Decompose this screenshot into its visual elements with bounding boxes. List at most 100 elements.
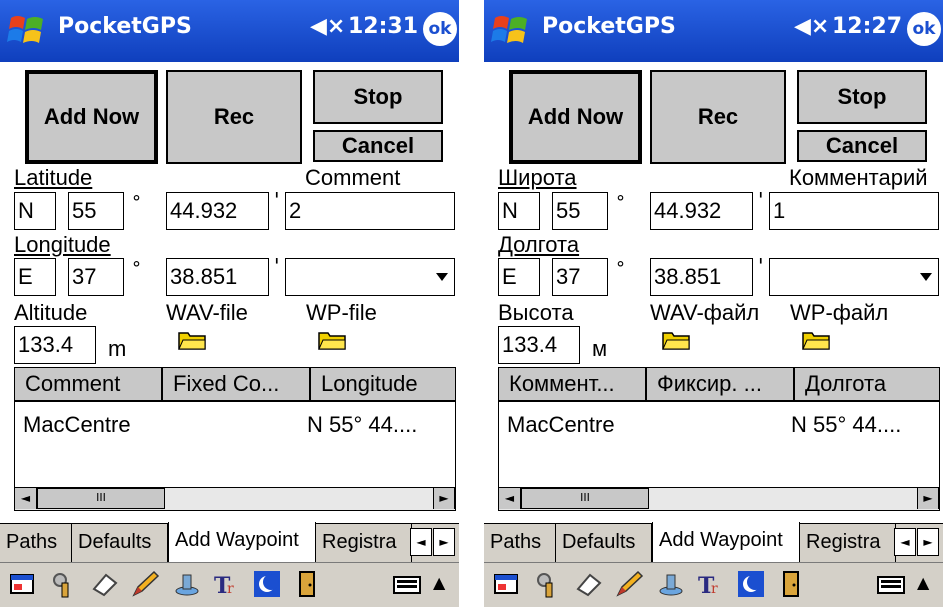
folder-icon[interactable] [178, 330, 206, 350]
input-panel-up-arrow[interactable]: ▲ [917, 573, 929, 592]
latitude-direction-field[interactable]: N [498, 192, 540, 230]
rec-button[interactable]: Rec [166, 70, 302, 164]
tab-defaults[interactable]: Defaults [72, 524, 168, 562]
scrollbar-thumb[interactable]: III [37, 488, 165, 509]
horizontal-scrollbar[interactable]: ◄ III ► [499, 487, 939, 510]
longitude-minutes-field[interactable]: 38.851 [650, 258, 753, 296]
windows-start-icon[interactable] [491, 10, 531, 50]
globe-icon[interactable] [736, 569, 766, 599]
clock[interactable]: 12:31 [348, 14, 418, 39]
stamp-icon[interactable] [172, 569, 202, 599]
tab-scroll-left-button[interactable]: ◄ [894, 528, 916, 556]
degree-symbol: ° [132, 258, 141, 279]
window-icon[interactable] [492, 569, 522, 599]
column-header-longitude[interactable]: Долгота [795, 368, 939, 402]
eraser-icon[interactable] [90, 569, 120, 599]
tab-registration[interactable]: Registra [316, 524, 412, 562]
latitude-degrees-field[interactable]: 55 [68, 192, 124, 230]
comment-dropdown[interactable] [769, 258, 939, 296]
tab-scroll-left-button[interactable]: ◄ [410, 528, 432, 556]
keyboard-icon[interactable] [392, 569, 422, 599]
stamp-icon[interactable] [656, 569, 686, 599]
tab-add-waypoint[interactable]: Add Waypoint [168, 522, 316, 562]
altitude-label: Altitude [14, 300, 88, 325]
comment-input[interactable]: 1 [769, 192, 939, 230]
comment-label: Comment [305, 165, 401, 190]
latitude-degrees-field[interactable]: 55 [552, 192, 608, 230]
altitude-input[interactable]: 133.4 [14, 326, 96, 364]
tab-registration[interactable]: Registra [800, 524, 896, 562]
chevron-down-icon[interactable] [436, 273, 448, 281]
waypoint-list[interactable]: Comment Fixed Co... Longitude MacCentre … [14, 367, 456, 511]
tools-icon[interactable] [48, 569, 78, 599]
row-longitude[interactable]: N 55° 44.... [307, 412, 417, 438]
exit-door-icon[interactable] [292, 569, 322, 599]
folder-icon[interactable] [662, 330, 690, 350]
longitude-label: Longitude [14, 232, 111, 257]
longitude-minutes-field[interactable]: 38.851 [166, 258, 269, 296]
row-comment[interactable]: MacCentre [23, 412, 131, 438]
chevron-down-icon[interactable] [920, 273, 932, 281]
folder-icon[interactable] [318, 330, 346, 350]
row-comment[interactable]: MacCentre [507, 412, 615, 438]
scroll-right-button[interactable]: ► [917, 488, 939, 509]
longitude-direction-field[interactable]: E [498, 258, 540, 296]
comment-input[interactable]: 2 [285, 192, 455, 230]
tab-scroll-right-button[interactable]: ► [917, 528, 939, 556]
speaker-muted-icon[interactable]: ◀× [794, 14, 829, 39]
minute-symbol: ' [758, 188, 764, 212]
row-longitude[interactable]: N 55° 44.... [791, 412, 901, 438]
altitude-input[interactable]: 133.4 [498, 326, 580, 364]
scroll-right-button[interactable]: ► [433, 488, 455, 509]
scroll-left-button[interactable]: ◄ [15, 488, 37, 509]
input-panel-up-arrow[interactable]: ▲ [433, 573, 445, 592]
tab-paths[interactable]: Paths [0, 524, 72, 562]
exit-door-icon[interactable] [776, 569, 806, 599]
scroll-left-button[interactable]: ◄ [499, 488, 521, 509]
window-icon[interactable] [8, 569, 38, 599]
tools-icon[interactable] [532, 569, 562, 599]
column-header-longitude[interactable]: Longitude [311, 368, 455, 402]
add-now-button[interactable]: Add Now [25, 70, 158, 164]
column-header-comment[interactable]: Коммент... [499, 368, 647, 402]
latitude-minutes-field[interactable]: 44.932 [166, 192, 269, 230]
longitude-direction-field[interactable]: E [14, 258, 56, 296]
longitude-degrees-field[interactable]: 37 [68, 258, 124, 296]
column-header-fixed-coordinates[interactable]: Фиксир. ... [647, 368, 795, 402]
stop-button[interactable]: Stop [313, 70, 443, 124]
tab-add-waypoint[interactable]: Add Waypoint [652, 522, 800, 562]
windows-start-icon[interactable] [7, 10, 47, 50]
rec-button[interactable]: Rec [650, 70, 786, 164]
translate-icon[interactable]: Tr [696, 569, 726, 599]
keyboard-icon[interactable] [876, 569, 906, 599]
eraser-icon[interactable] [574, 569, 604, 599]
horizontal-scrollbar[interactable]: ◄ III ► [15, 487, 455, 510]
clock[interactable]: 12:27 [832, 14, 902, 39]
altitude-unit: м [592, 336, 608, 361]
column-header-fixed-coordinates[interactable]: Fixed Co... [163, 368, 311, 402]
comment-dropdown[interactable] [285, 258, 455, 296]
tab-defaults[interactable]: Defaults [556, 524, 652, 562]
ok-button[interactable]: ok [907, 12, 941, 46]
waypoint-list[interactable]: Коммент... Фиксир. ... Долгота MacCentre… [498, 367, 940, 511]
cancel-button[interactable]: Cancel [797, 130, 927, 162]
ok-button[interactable]: ok [423, 12, 457, 46]
latitude-minutes-field[interactable]: 44.932 [650, 192, 753, 230]
column-header-comment[interactable]: Comment [15, 368, 163, 402]
translate-icon[interactable]: Tr [212, 569, 242, 599]
stop-button[interactable]: Stop [797, 70, 927, 124]
title-bar: PocketGPS ◀× 12:31 ok [0, 0, 459, 62]
pencil-icon[interactable] [614, 569, 644, 599]
tab-scroll-right-button[interactable]: ► [433, 528, 455, 556]
latitude-direction-field[interactable]: N [14, 192, 56, 230]
speaker-muted-icon[interactable]: ◀× [310, 14, 345, 39]
pencil-icon[interactable] [130, 569, 160, 599]
tab-bar: Paths Defaults Add Waypoint Registra ◄ ► [0, 522, 459, 562]
cancel-button[interactable]: Cancel [313, 130, 443, 162]
scrollbar-thumb[interactable]: III [521, 488, 649, 509]
globe-icon[interactable] [252, 569, 282, 599]
folder-icon[interactable] [802, 330, 830, 350]
add-now-button[interactable]: Add Now [509, 70, 642, 164]
tab-paths[interactable]: Paths [484, 524, 556, 562]
longitude-degrees-field[interactable]: 37 [552, 258, 608, 296]
